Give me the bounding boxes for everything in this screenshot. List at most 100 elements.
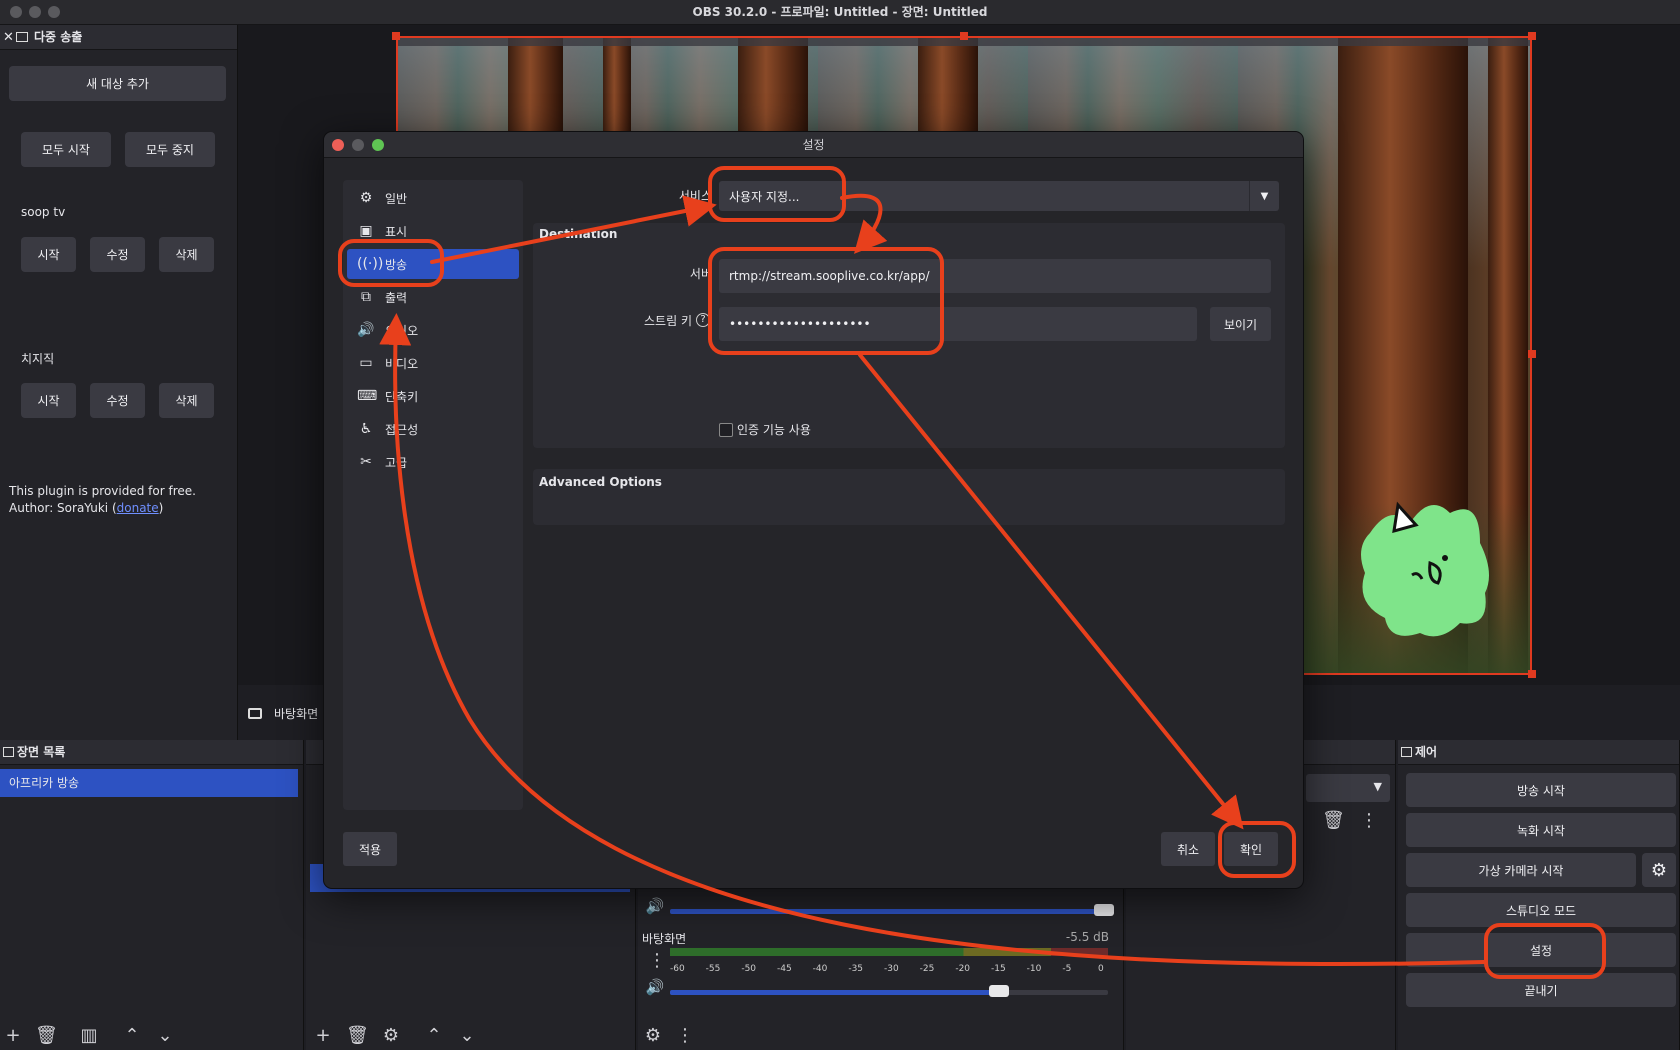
server-label: 서버 [689, 267, 712, 281]
speaker-icon[interactable]: 🔊 [644, 897, 666, 915]
sidebar-item-video[interactable]: ▭ 비디오 [347, 348, 519, 378]
more-options-icon[interactable]: ⋮ [1358, 812, 1380, 830]
move-down-icon[interactable]: ⌄ [154, 1027, 176, 1045]
dock-float-icon[interactable] [16, 32, 28, 42]
meter-tick: 0 [1098, 964, 1104, 974]
target-name: soop tv [21, 205, 66, 219]
meter-tick: -40 [812, 964, 828, 974]
meter-tick: -45 [777, 964, 792, 974]
multistream-dock-title: 다중 송출 [34, 30, 83, 44]
trash-icon[interactable]: 🗑 [346, 1027, 369, 1045]
monitor-icon [248, 707, 262, 719]
sidebar-item-hotkeys[interactable]: ⌨ 단축키 [347, 381, 519, 411]
chevron-down-icon: ▼ [1249, 181, 1279, 211]
meter-tick: -35 [848, 964, 864, 974]
sidebar-item-general[interactable]: ⚙ 일반 [347, 183, 519, 213]
settings-button[interactable]: 설정 [1406, 933, 1676, 967]
zoom-window-button[interactable] [48, 6, 60, 18]
service-select[interactable]: 사용자 지정... ▼ [719, 181, 1279, 211]
more-options-icon[interactable]: ⋮ [674, 1027, 696, 1045]
donate-link[interactable]: donate [117, 501, 159, 515]
meter-tick: -50 [741, 964, 757, 974]
close-dock-icon[interactable]: ✕ [3, 25, 14, 50]
gear-icon[interactable]: ⚙ [642, 1027, 664, 1045]
start-all-button[interactable]: 모두 시작 [21, 132, 111, 167]
audio-channel-level: -5.5 dB [1065, 930, 1109, 944]
dock-float-icon[interactable] [3, 747, 14, 757]
add-icon[interactable]: + [312, 1027, 334, 1045]
service-label: 서비스 [678, 189, 712, 203]
sidebar-item-output[interactable]: ⧉ 출력 [347, 282, 519, 312]
sidebar-item-appearance[interactable]: ▣ 표시 [347, 216, 519, 246]
auth-checkbox-label: 인증 기능 사용 [737, 423, 811, 437]
close-window-button[interactable] [10, 6, 22, 18]
start-virtualcam-button[interactable]: 가상 카메라 시작 [1406, 853, 1636, 887]
trash-icon[interactable]: 🗑 [1322, 812, 1345, 830]
sidebar-item-advanced[interactable]: ✂ 고급 [347, 447, 519, 477]
help-icon[interactable]: ? [696, 313, 710, 327]
sidebar-item-stream[interactable]: ((·)) 방송 [347, 249, 519, 279]
monitor-icon: ▭ [359, 355, 373, 371]
exit-button[interactable]: 끝내기 [1406, 973, 1676, 1007]
trash-icon[interactable]: 🗑 [35, 1027, 58, 1045]
meter-tick-labels: -60 -55 -50 -45 -40 -35 -30 -25 -20 -15 -10 -5 0 [670, 964, 1108, 976]
speaker-icon[interactable]: 🔊 [644, 978, 666, 996]
target-edit-button[interactable]: 수정 [90, 237, 145, 272]
add-target-button[interactable]: 새 대상 추가 [9, 66, 226, 101]
dialog-close-button[interactable] [332, 139, 344, 151]
desktop-volume-handle[interactable] [988, 985, 1009, 997]
target-start-button[interactable]: 시작 [21, 383, 76, 418]
target-delete-button[interactable]: 삭제 [159, 237, 214, 272]
stream-key-input[interactable]: •••••••••••••••••••• [719, 307, 1197, 341]
sidebar-item-accessibility[interactable]: ♿ 접근성 [347, 414, 519, 444]
cancel-button[interactable]: 취소 [1161, 832, 1215, 866]
apply-button[interactable]: 적용 [343, 832, 397, 866]
add-icon[interactable]: + [2, 1027, 24, 1045]
source-toolbar: 바탕화면 [248, 698, 328, 728]
desktop-volume-fill [670, 990, 999, 995]
target-name: 치지직 [21, 352, 55, 366]
scene-list-dock: 장면 목록 아프리카 방송 + 🗑 ▥ ⌃ ⌄ [0, 740, 304, 1050]
mic-volume-handle[interactable] [1094, 904, 1114, 916]
ok-button[interactable]: 확인 [1224, 832, 1278, 866]
gear-icon[interactable]: ⚙ [380, 1027, 402, 1045]
keyboard-icon: ⌨ [357, 388, 378, 404]
plugin-note: This plugin is provided for free. [9, 484, 196, 498]
dock-float-icon[interactable] [1401, 747, 1412, 757]
meter-tick: -15 [991, 964, 1006, 974]
move-up-icon[interactable]: ⌃ [121, 1027, 143, 1045]
dialog-zoom-button[interactable] [372, 139, 384, 151]
studio-mode-button[interactable]: 스튜디오 모드 [1406, 893, 1676, 927]
start-record-button[interactable]: 녹화 시작 [1406, 813, 1676, 847]
mic-volume-slider[interactable] [670, 909, 1108, 914]
target-delete-button[interactable]: 삭제 [159, 383, 214, 418]
virtualcam-settings-gear-icon[interactable]: ⚙ [1642, 853, 1676, 887]
auth-checkbox-row[interactable]: 인증 기능 사용 [719, 421, 811, 438]
output-icon: ⧉ [361, 289, 371, 305]
more-options-icon[interactable]: ⋮ [646, 952, 668, 970]
auth-checkbox[interactable] [719, 422, 733, 437]
sidebar-item-audio[interactable]: 🔊 오디오 [347, 315, 519, 345]
move-down-icon[interactable]: ⌄ [456, 1027, 478, 1045]
controls-dock: 제어 방송 시작 녹화 시작 가상 카메라 시작 ⚙ 스튜디오 모드 설정 끝내… [1398, 740, 1680, 1050]
scene-item[interactable]: 아프리카 방송 [0, 769, 298, 797]
meter-tick: -10 [1026, 964, 1042, 974]
server-input[interactable]: rtmp://stream.sooplive.co.kr/app/ [719, 259, 1271, 293]
move-up-icon[interactable]: ⌃ [423, 1027, 445, 1045]
window-title-bar: OBS 30.2.0 - 프로파일: Untitled - 장면: Untitl… [0, 0, 1680, 25]
target-edit-button[interactable]: 수정 [90, 383, 145, 418]
filter-icon[interactable]: ▥ [78, 1027, 100, 1045]
show-key-button[interactable]: 보이기 [1210, 307, 1271, 341]
meter-tick: -30 [884, 964, 899, 974]
stop-all-button[interactable]: 모두 중지 [125, 132, 215, 167]
start-stream-button[interactable]: 방송 시작 [1406, 773, 1676, 807]
transition-select[interactable]: ▼ [1306, 774, 1390, 802]
speaker-icon: 🔊 [357, 322, 375, 338]
desktop-volume-track[interactable] [670, 990, 1108, 995]
settings-dialog-title: 설정 [802, 138, 825, 152]
settings-dialog: 설정 ⚙ 일반 ▣ 표시 ((·)) 방송 ⧉ 출력 🔊 오디오 ▭ 비디오 ⌨ 단축키 ♿ 접… [323, 131, 1304, 889]
minimize-window-button[interactable] [29, 6, 41, 18]
target-start-button[interactable]: 시작 [21, 237, 76, 272]
dialog-minimize-button[interactable] [352, 139, 364, 151]
gear-icon: ⚙ [359, 190, 373, 206]
